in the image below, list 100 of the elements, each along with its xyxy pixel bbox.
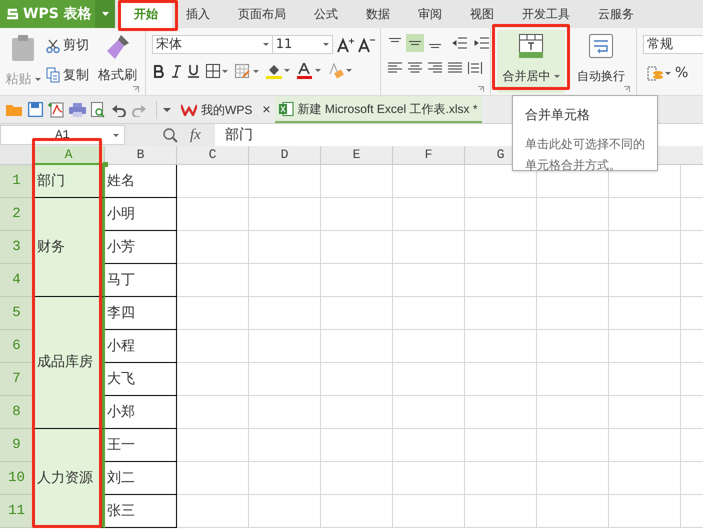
- document-tab[interactable]: 我的WPS ×: [177, 96, 275, 123]
- empty-cell[interactable]: [537, 396, 609, 429]
- empty-cell[interactable]: [249, 363, 321, 396]
- ribbon-tab[interactable]: 开发工具: [508, 0, 584, 28]
- empty-cell[interactable]: [249, 429, 321, 462]
- empty-cell[interactable]: [465, 198, 537, 231]
- empty-cell[interactable]: [537, 495, 609, 528]
- empty-cell[interactable]: [465, 363, 537, 396]
- empty-cell[interactable]: [465, 297, 537, 330]
- empty-cell[interactable]: [465, 396, 537, 429]
- format-painter-button[interactable]: 格式刷: [98, 28, 137, 95]
- print-preview-icon[interactable]: [91, 102, 106, 118]
- empty-cell[interactable]: [609, 363, 681, 396]
- function-button[interactable]: fx: [190, 124, 201, 146]
- empty-cell[interactable]: [321, 165, 393, 198]
- increase-font-icon[interactable]: [336, 36, 355, 52]
- empty-cell[interactable]: [321, 297, 393, 330]
- ribbon-tab[interactable]: 公式: [300, 0, 352, 28]
- zoom-icon[interactable]: [163, 128, 178, 142]
- empty-cell[interactable]: [609, 231, 681, 264]
- select-all-corner[interactable]: [0, 146, 33, 165]
- copy-button[interactable]: 复制: [46, 66, 98, 85]
- empty-cell[interactable]: [609, 495, 681, 528]
- close-tab-button[interactable]: ×: [262, 99, 271, 120]
- empty-cell[interactable]: [249, 198, 321, 231]
- pdf-export-icon[interactable]: [48, 102, 64, 118]
- percent-button[interactable]: %: [675, 63, 688, 84]
- align-center-icon[interactable]: [408, 62, 422, 74]
- empty-cell[interactable]: [393, 429, 465, 462]
- wrap-text-button[interactable]: 自动换行: [577, 30, 626, 93]
- column-header[interactable]: C: [177, 146, 249, 165]
- fill-color-icon[interactable]: [266, 63, 290, 79]
- merge-center-button[interactable]: 合并居中: [497, 30, 566, 93]
- name-box[interactable]: A1: [0, 125, 125, 145]
- empty-cell[interactable]: [465, 429, 537, 462]
- decrease-indent-icon[interactable]: [452, 36, 468, 50]
- folder-icon[interactable]: [6, 103, 22, 116]
- table-cell[interactable]: 小明: [105, 198, 177, 231]
- cut-button[interactable]: 剪切: [46, 36, 98, 56]
- ribbon-tab[interactable]: 页面布局: [224, 0, 300, 28]
- empty-cell[interactable]: [321, 363, 393, 396]
- ribbon-tab[interactable]: 插入: [172, 0, 224, 28]
- vertical-align-button[interactable]: [406, 34, 424, 52]
- empty-cell[interactable]: [321, 495, 393, 528]
- redo-icon[interactable]: [132, 102, 146, 116]
- empty-cell[interactable]: [321, 198, 393, 231]
- empty-cell[interactable]: [609, 330, 681, 363]
- empty-cell[interactable]: [321, 264, 393, 297]
- font-color-icon[interactable]: [296, 63, 321, 79]
- empty-cell[interactable]: [249, 264, 321, 297]
- empty-cell[interactable]: [537, 231, 609, 264]
- table-cell[interactable]: 小郑: [105, 396, 177, 429]
- align-left-icon[interactable]: [388, 62, 402, 74]
- ribbon-tab[interactable]: 云服务: [584, 0, 648, 28]
- app-menu-button[interactable]: [95, 0, 115, 28]
- empty-cell[interactable]: [249, 495, 321, 528]
- empty-cell[interactable]: [393, 462, 465, 495]
- ribbon-tab[interactable]: 数据: [352, 0, 404, 28]
- dialog-launcher-icon[interactable]: [624, 86, 630, 92]
- decrease-font-icon[interactable]: [358, 36, 376, 52]
- empty-cell[interactable]: [537, 462, 609, 495]
- table-cell[interactable]: 刘二: [105, 462, 177, 495]
- table-cell[interactable]: 小芳: [105, 231, 177, 264]
- borders-icon[interactable]: [206, 64, 228, 78]
- italic-icon[interactable]: [172, 64, 181, 78]
- empty-cell[interactable]: [465, 330, 537, 363]
- column-header[interactable]: D: [249, 146, 321, 165]
- empty-cell[interactable]: [321, 396, 393, 429]
- table-cell[interactable]: 李四: [105, 297, 177, 330]
- empty-cell[interactable]: [609, 396, 681, 429]
- empty-cell[interactable]: [609, 462, 681, 495]
- justify-icon[interactable]: [448, 62, 462, 74]
- empty-cell[interactable]: [393, 363, 465, 396]
- empty-cell[interactable]: [321, 231, 393, 264]
- save-icon[interactable]: [28, 102, 43, 117]
- empty-cell[interactable]: [393, 231, 465, 264]
- table-cell[interactable]: 马丁: [105, 264, 177, 297]
- empty-cell[interactable]: [537, 363, 609, 396]
- empty-cell[interactable]: [393, 198, 465, 231]
- font-family-select[interactable]: 宋体: [152, 35, 273, 54]
- empty-cell[interactable]: [249, 462, 321, 495]
- caret-icon[interactable]: [163, 108, 171, 112]
- number-format-select[interactable]: 常规: [643, 35, 703, 54]
- empty-cell[interactable]: [321, 462, 393, 495]
- currency-icon[interactable]: [647, 66, 672, 82]
- empty-cell[interactable]: [537, 264, 609, 297]
- ribbon-tab[interactable]: 审阅: [404, 0, 456, 28]
- empty-cell[interactable]: [609, 264, 681, 297]
- empty-cell[interactable]: [321, 330, 393, 363]
- empty-cell[interactable]: [465, 231, 537, 264]
- table-cell[interactable]: 大飞: [105, 363, 177, 396]
- empty-cell[interactable]: [249, 297, 321, 330]
- increase-indent-icon[interactable]: [474, 36, 490, 50]
- dialog-launcher-icon[interactable]: [132, 86, 139, 92]
- column-header[interactable]: B: [105, 146, 177, 165]
- empty-cell[interactable]: [537, 330, 609, 363]
- empty-cell[interactable]: [393, 396, 465, 429]
- empty-cell[interactable]: [249, 165, 321, 198]
- table-cell[interactable]: 张三: [105, 495, 177, 528]
- empty-cell[interactable]: [465, 462, 537, 495]
